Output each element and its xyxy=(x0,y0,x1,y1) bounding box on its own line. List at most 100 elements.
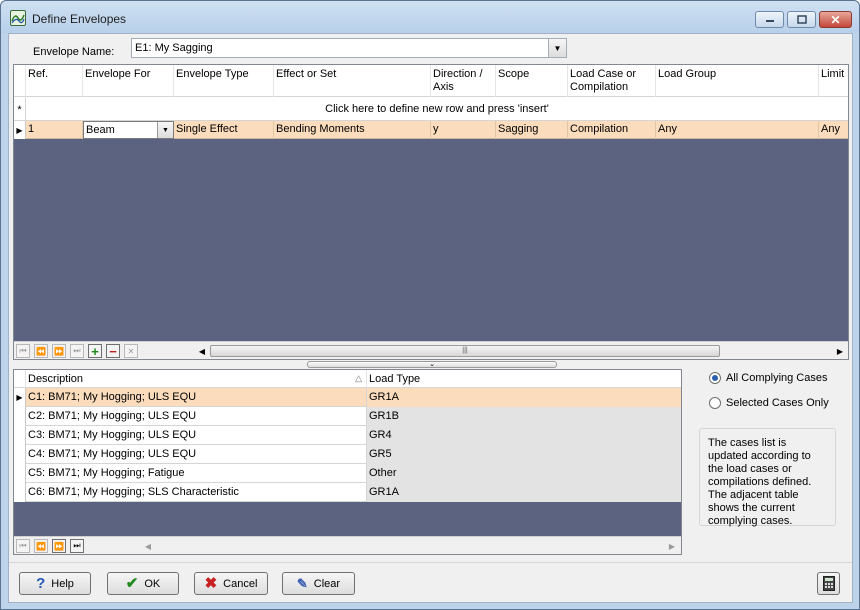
envelope-grid-header: Ref. Envelope For Envelope Type Effect o… xyxy=(14,65,848,97)
chevron-down-icon: ▼ xyxy=(162,126,169,134)
cases-grid-header: Description △ Load Type xyxy=(14,370,681,388)
delete-row-button[interactable]: − xyxy=(106,343,120,359)
cancel-edit-button[interactable]: ✕ xyxy=(124,344,138,358)
row-selector xyxy=(14,483,26,502)
radio-unselected-icon xyxy=(709,397,721,409)
scrollbar-thumb[interactable]: ||| xyxy=(210,345,720,357)
dialog-body: Envelope Name: E1: My Sagging ▼ Ref. Env… xyxy=(8,33,853,603)
column-header-scope[interactable]: Scope xyxy=(496,65,568,97)
envelope-name-value: E1: My Sagging xyxy=(135,42,213,54)
cell-load-type: GR1A xyxy=(367,483,681,502)
cell-description: C3: BM71; My Hogging; ULS EQU xyxy=(26,426,367,445)
cell-load-case[interactable]: Compilation xyxy=(568,121,656,139)
column-header-envelope-for[interactable]: Envelope For xyxy=(83,65,174,97)
all-complying-cases-radio[interactable]: All Complying Cases xyxy=(709,372,827,384)
clear-button-label: Clear xyxy=(313,577,341,590)
column-header-description[interactable]: Description △ xyxy=(26,370,367,388)
envelope-definition-grid: Ref. Envelope For Envelope Type Effect o… xyxy=(13,64,849,360)
calculator-icon xyxy=(822,576,835,591)
cancel-button[interactable]: ✖ Cancel xyxy=(194,572,268,595)
table-row[interactable]: C2: BM71; My Hogging; ULS EQU GR1B xyxy=(14,407,681,426)
minus-icon: − xyxy=(109,343,117,359)
column-header-effect-or-set[interactable]: Effect or Set xyxy=(274,65,431,97)
current-row-indicator-icon: ▶ xyxy=(14,121,26,139)
cell-envelope-for[interactable]: Beam ▼ xyxy=(83,121,174,139)
define-envelopes-window: Define Envelopes ✕ Envelope Name: E1: My… xyxy=(0,0,860,610)
next-record-button[interactable]: ⏩ xyxy=(52,344,66,358)
row-selector xyxy=(14,407,26,426)
cases-grid-horizontal-scrollbar[interactable]: ◀ ▶ xyxy=(142,539,678,553)
cell-envelope-type[interactable]: Single Effect xyxy=(174,121,274,139)
clear-button[interactable]: ✎ Clear xyxy=(282,572,355,595)
scroll-right-icon[interactable]: ▶ xyxy=(834,344,846,358)
table-row[interactable]: ▶ C1: BM71; My Hogging; ULS EQU GR1A xyxy=(14,388,681,407)
scroll-left-icon[interactable]: ◀ xyxy=(142,539,154,553)
close-icon: ✕ xyxy=(830,12,841,27)
maximize-icon xyxy=(796,15,807,24)
maximize-button[interactable] xyxy=(787,11,816,28)
cross-icon: ✖ xyxy=(204,574,218,592)
eraser-brush-icon: ✎ xyxy=(296,575,308,591)
table-row[interactable]: C3: BM71; My Hogging; ULS EQU GR4 xyxy=(14,426,681,445)
table-row[interactable]: C5: BM71; My Hogging; Fatigue Other xyxy=(14,464,681,483)
row-selector xyxy=(14,426,26,445)
envelope-name-dropdown-button[interactable]: ▼ xyxy=(548,39,566,57)
title-bar: Define Envelopes ✕ xyxy=(1,1,859,33)
envelope-name-combo[interactable]: E1: My Sagging ▼ xyxy=(131,38,567,58)
cell-ref[interactable]: 1 xyxy=(26,121,83,139)
previous-icon: ⏪ xyxy=(36,346,46,356)
previous-record-button[interactable]: ⏪ xyxy=(34,539,48,553)
previous-record-button[interactable]: ⏪ xyxy=(34,344,48,358)
scroll-left-icon[interactable]: ◀ xyxy=(196,344,208,358)
grid-splitter-handle[interactable]: ⌄ xyxy=(307,361,557,368)
table-row[interactable]: C6: BM71; My Hogging; SLS Characteristic… xyxy=(14,483,681,502)
cell-load-group[interactable]: Any xyxy=(656,121,819,139)
row-selector xyxy=(14,464,26,483)
all-complying-cases-label: All Complying Cases xyxy=(726,372,828,384)
cell-limit-state[interactable]: Any xyxy=(819,121,848,139)
add-row-button[interactable]: + xyxy=(88,343,102,359)
table-row[interactable]: ▶ 1 Beam ▼ Single Effect Bending Moments… xyxy=(14,121,848,139)
cell-effect-or-set[interactable]: Bending Moments xyxy=(274,121,431,139)
calculator-button[interactable] xyxy=(817,572,840,595)
column-header-load-case[interactable]: Load Case or Compilation xyxy=(568,65,656,97)
selected-cases-only-radio[interactable]: Selected Cases Only xyxy=(709,397,829,409)
table-row[interactable]: C4: BM71; My Hogging; ULS EQU GR5 xyxy=(14,445,681,464)
column-header-envelope-type[interactable]: Envelope Type xyxy=(174,65,274,97)
row-selector xyxy=(14,445,26,464)
last-record-button[interactable]: ⏭ xyxy=(70,539,84,553)
column-header-load-group[interactable]: Load Group xyxy=(656,65,819,97)
envelope-name-label: Envelope Name: xyxy=(33,46,115,58)
new-row-placeholder[interactable]: * Click here to define new row and press… xyxy=(14,97,848,121)
minimize-button[interactable] xyxy=(755,11,784,28)
current-row-indicator-icon: ▶ xyxy=(14,388,26,407)
cell-scope[interactable]: Sagging xyxy=(496,121,568,139)
envelope-for-dropdown-button[interactable]: ▼ xyxy=(157,122,173,138)
ok-button[interactable]: ✔ OK xyxy=(107,572,179,595)
first-record-button[interactable]: ⏮ xyxy=(16,344,30,358)
last-icon: ⏭ xyxy=(73,346,81,355)
cases-info-text: The cases list is updated according to t… xyxy=(699,428,836,527)
close-button[interactable]: ✕ xyxy=(819,11,852,28)
ok-button-label: OK xyxy=(144,577,161,590)
first-record-button[interactable]: ⏮ xyxy=(16,539,30,553)
new-row-instruction: Click here to define new row and press '… xyxy=(325,103,549,115)
column-header-direction-axis[interactable]: Direction / Axis xyxy=(431,65,496,97)
selected-cases-only-label: Selected Cases Only xyxy=(726,397,829,409)
envelope-grid-horizontal-scrollbar[interactable]: ◀ ||| ▶ xyxy=(196,344,846,358)
plus-icon: + xyxy=(91,343,99,359)
column-header-limit-state[interactable]: Limit S xyxy=(819,65,848,97)
cell-direction-axis[interactable]: y xyxy=(431,121,496,139)
minimize-icon xyxy=(765,19,774,22)
sort-ascending-icon: △ xyxy=(355,373,362,383)
row-selector-header xyxy=(14,370,26,388)
column-header-load-type[interactable]: Load Type xyxy=(367,370,681,388)
help-button[interactable]: ? Help xyxy=(19,572,91,595)
first-icon: ⏮ xyxy=(19,346,27,355)
column-header-ref[interactable]: Ref. xyxy=(26,65,83,97)
last-record-button[interactable]: ⏭ xyxy=(70,344,84,358)
cell-description: C2: BM71; My Hogging; ULS EQU xyxy=(26,407,367,426)
scroll-right-icon[interactable]: ▶ xyxy=(666,539,678,553)
cell-load-type: GR1A xyxy=(367,388,681,407)
next-record-button[interactable]: ⏩ xyxy=(52,539,66,553)
